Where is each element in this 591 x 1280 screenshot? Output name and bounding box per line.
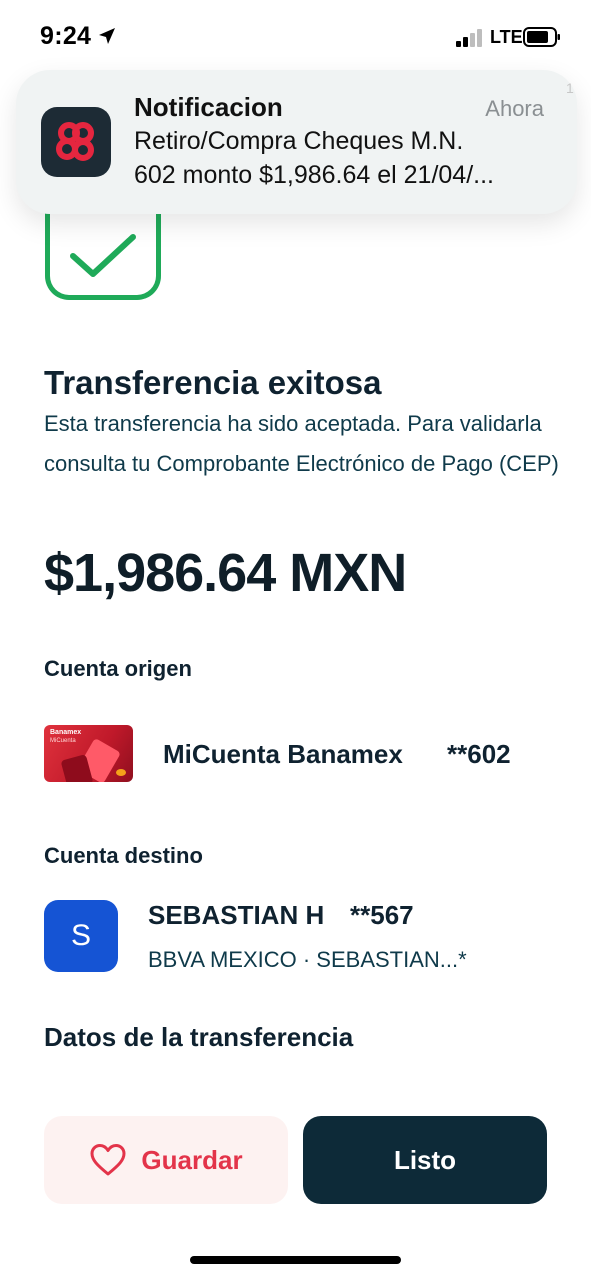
origin-account-label: Cuenta origen <box>44 656 192 681</box>
destination-account-label: Cuenta destino <box>44 843 203 868</box>
origin-account-number: **602 <box>447 739 511 769</box>
banamex-icon <box>41 107 111 177</box>
notification-body-line: Retiro/Compra Cheques M.N. <box>134 127 464 155</box>
success-description: Esta transferencia ha sido aceptada. Par… <box>44 411 559 476</box>
cellular-signal-icon <box>456 29 482 47</box>
transfer-amount: $1,986.64 MXN <box>44 543 407 603</box>
notification-title: Notificacion <box>134 92 283 122</box>
destination-name: SEBASTIAN H <box>148 900 325 930</box>
transfer-data-title: Datos de la transferencia <box>44 1022 354 1052</box>
checkmark-icon <box>70 234 136 277</box>
location-arrow-icon <box>99 28 115 44</box>
save-button-label: Guardar <box>141 1144 243 1175</box>
heart-icon <box>90 1144 126 1176</box>
done-button-label: Listo <box>393 1144 457 1175</box>
origin-card-image: Banamex MiCuenta <box>44 725 133 782</box>
save-button[interactable]: Guardar <box>44 1116 288 1204</box>
card-sub: MiCuenta <box>50 738 76 744</box>
card-brand: Banamex <box>50 729 82 736</box>
page-title: Transferencia exitosa <box>44 364 382 401</box>
notification-body: Retiro/Compra Cheques M.N. 602 monto $1,… <box>134 124 552 192</box>
origin-account-name: MiCuenta Banamex <box>163 739 403 769</box>
network-type: LTE <box>490 27 523 47</box>
home-indicator[interactable] <box>190 1256 401 1264</box>
card-network-logo <box>116 769 126 776</box>
notification-time: Ahora <box>485 96 544 121</box>
battery-icon <box>523 27 560 47</box>
notification-banner[interactable]: Notificacion Ahora Retiro/Compra Cheques… <box>16 70 577 214</box>
status-bar: 9:24 LTE <box>0 0 591 74</box>
destination-bank-line: BBVA MEXICO · SEBASTIAN...* <box>148 947 467 972</box>
status-time: 9:24 <box>40 22 92 50</box>
avatar: S <box>44 900 118 972</box>
notification-body-line: 602 monto $1,986.64 el 21/04/... <box>134 161 494 189</box>
edge-mark: 1 <box>566 80 574 96</box>
done-button[interactable]: Listo <box>303 1116 547 1204</box>
destination-account-number: **567 <box>350 900 414 930</box>
